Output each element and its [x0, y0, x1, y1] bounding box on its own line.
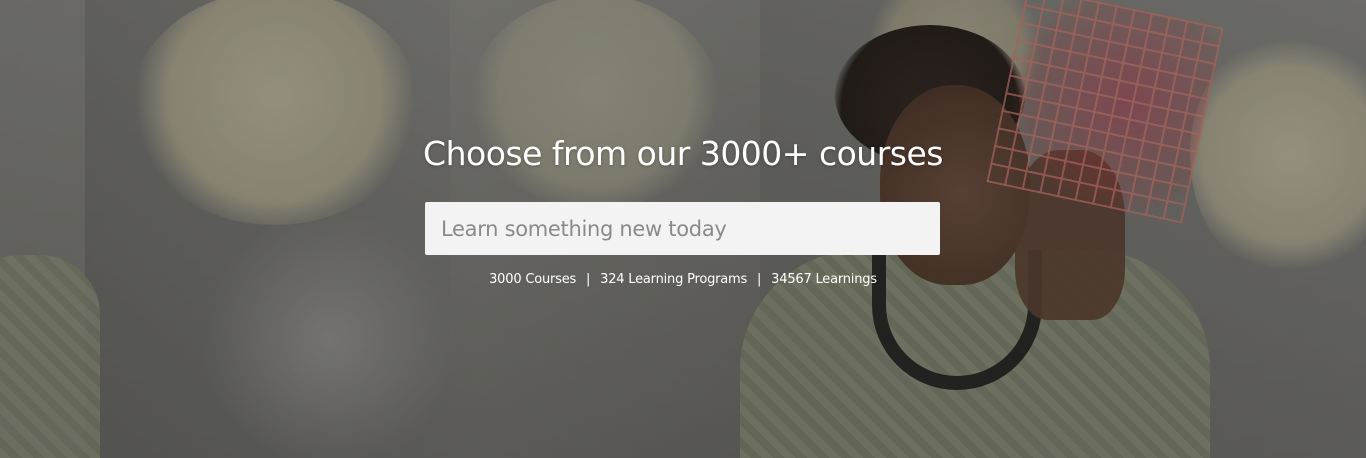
stat-separator: |	[586, 272, 591, 287]
stat-learning-programs: 324 Learning Programs	[600, 272, 748, 287]
catalog-stats: 3000 Courses | 324 Learning Programs | 3…	[0, 272, 1366, 287]
hero-headline: Choose from our 3000+ courses	[423, 134, 943, 173]
hero-content: Choose from our 3000+ courses 3000 Cours…	[0, 0, 1366, 458]
stat-separator: |	[757, 272, 762, 287]
hero-banner: Choose from our 3000+ courses 3000 Cours…	[0, 0, 1366, 458]
stat-learnings: 34567 Learnings	[771, 272, 877, 287]
search-input[interactable]	[441, 216, 924, 241]
search-box[interactable]	[425, 202, 940, 255]
stat-courses: 3000 Courses	[489, 272, 577, 287]
